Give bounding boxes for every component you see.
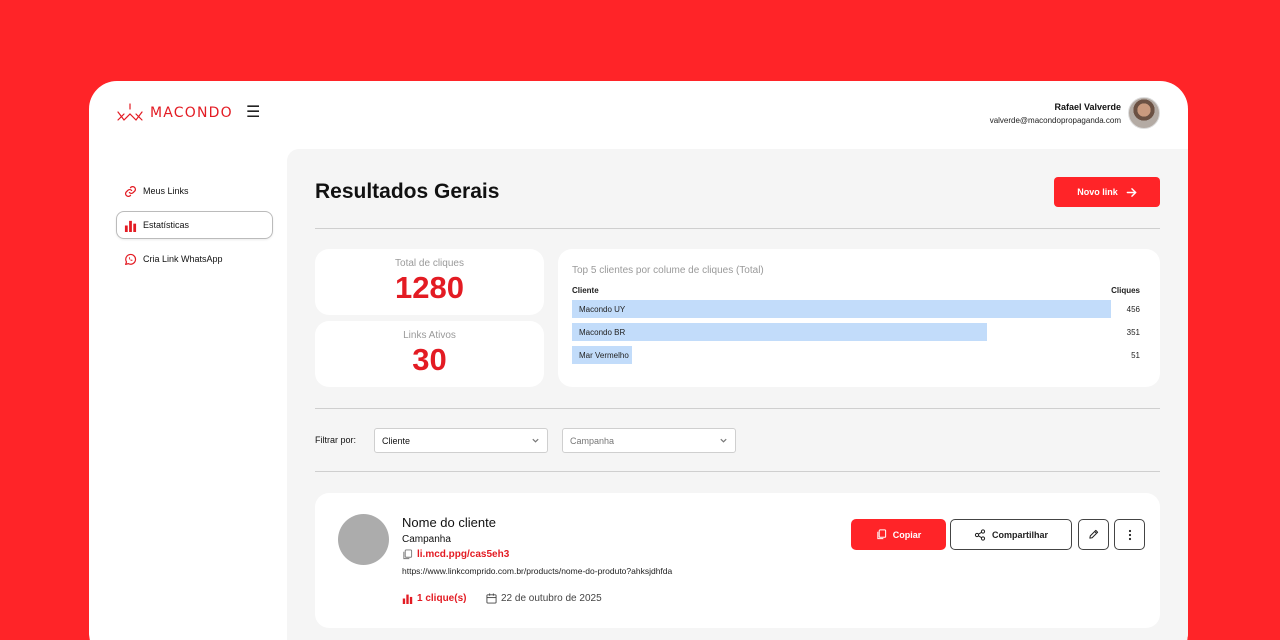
chart-bar-row: Macondo BR 351 [572,323,1140,341]
clicks-count: 1 clique(s) [402,593,466,604]
campaign-select-placeholder: Campanha [570,435,615,446]
client-name: Nome do cliente [402,515,496,530]
share-button[interactable]: Compartilhar [950,519,1072,550]
long-url: https://www.linkcomprido.com.br/products… [402,566,673,576]
hamburger-icon[interactable]: ☰ [246,105,260,121]
user-profile[interactable]: Rafael Valverde valverde@macondopropagan… [990,97,1160,129]
new-link-button[interactable]: Novo link [1054,177,1160,207]
chevron-down-icon [720,438,727,443]
sidebar-item-label: Estatísticas [143,220,190,230]
copy-icon [403,549,413,560]
client-select-value: Cliente [382,435,411,446]
chart-bar-value: 351 [1126,328,1140,337]
calendar-icon [486,593,497,604]
brand-name: MACONDO [150,105,233,121]
bar-chart-icon [124,220,137,232]
stat-card-active-links: Links Ativos 30 [315,321,544,387]
link-card: Nome do cliente Campanha li.mcd.ppg/cas5… [315,493,1160,628]
stat-label: Total de cliques [395,258,464,269]
chart-bar-row: Macondo UY 456 [572,300,1140,318]
sidebar: Meus Links Estatísticas Cria Link WhatsA… [116,177,273,279]
sidebar-item-estatisticas[interactable]: Estatísticas [116,211,273,239]
chart-bar-value: 456 [1126,305,1140,314]
copy-button[interactable]: Copiar [851,519,946,550]
avatar[interactable] [1128,97,1160,129]
edit-button[interactable] [1078,519,1109,550]
chart-bar-row: Mar Vermelho 51 [572,346,1140,364]
filter-label: Filtrar por: [315,435,357,445]
chart-bar [572,323,987,341]
stat-value: 1280 [395,270,464,305]
sidebar-item-meus-links[interactable]: Meus Links [116,177,273,205]
arrow-right-icon [1126,187,1137,197]
divider [315,408,1160,409]
more-options-button[interactable] [1114,519,1145,550]
main-content: Resultados Gerais Novo link Total de cli… [287,149,1188,640]
short-link-text: li.mcd.ppg/cas5eh3 [417,549,510,560]
top-clients-chart: Top 5 clientes por colume de cliques (To… [558,249,1160,387]
share-icon [974,528,986,541]
copy-label: Copiar [892,529,922,540]
campaign-name: Campanha [402,534,451,545]
chevron-down-icon [532,438,539,443]
macondo-logo-icon [117,103,143,121]
user-email: valverde@macondopropaganda.com [989,115,1121,125]
whatsapp-icon [125,253,137,265]
stat-label: Links Ativos [403,330,456,341]
sidebar-item-whatsapp[interactable]: Cria Link WhatsApp [116,245,273,273]
divider [315,228,1160,229]
more-vertical-icon [1128,529,1131,540]
brand-logo[interactable]: MACONDO [116,103,233,123]
chart-title: Top 5 clientes por colume de cliques (To… [572,265,764,276]
sidebar-item-label: Cria Link WhatsApp [143,254,223,264]
sidebar-item-label: Meus Links [143,186,189,196]
copy-icon [877,529,886,540]
new-link-label: Novo link [1077,187,1118,197]
campaign-select[interactable]: Campanha [562,428,736,453]
user-name: Rafael Valverde [1054,101,1121,112]
created-date: 22 de outubro de 2025 [486,593,602,604]
chart-column-client: Cliente [572,286,599,295]
chart-column-clicks: Cliques [1111,286,1140,295]
chart-bar-label: Macondo BR [579,328,626,337]
share-label: Compartilhar [991,529,1048,540]
client-select[interactable]: Cliente [374,428,548,453]
link-icon [125,185,136,197]
pencil-icon [1089,529,1099,539]
app-window: MACONDO ☰ Rafael Valverde valverde@macon… [89,81,1188,640]
chart-bar [572,300,1111,318]
short-link[interactable]: li.mcd.ppg/cas5eh3 [402,549,509,560]
date-text: 22 de outubro de 2025 [501,593,602,604]
stat-value: 30 [412,342,447,377]
page-title: Resultados Gerais [315,180,500,203]
chart-bar-label: Mar Vermelho [579,351,629,360]
divider [315,471,1160,472]
bar-chart-icon [402,594,413,604]
stat-card-total-clicks: Total de cliques 1280 [315,249,544,315]
chart-bar-value: 51 [1131,351,1140,360]
clicks-text: 1 clique(s) [417,593,467,604]
client-avatar [338,514,389,565]
chart-bar-label: Macondo UY [579,305,626,314]
